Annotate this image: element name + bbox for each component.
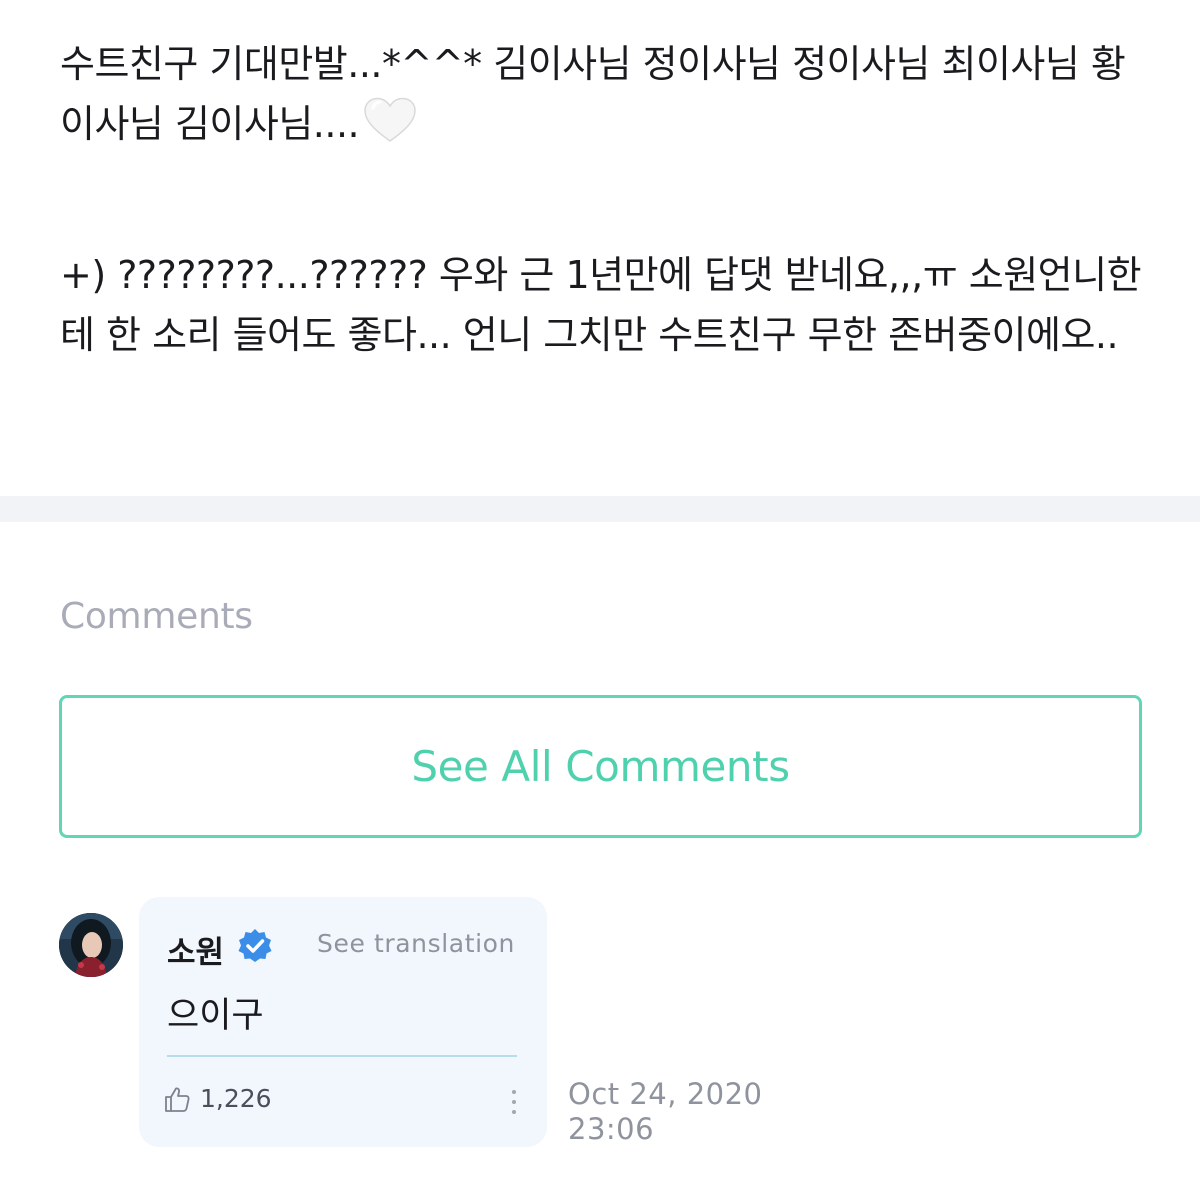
comment-timestamp: Oct 24, 2020 23:06 <box>568 1077 763 1148</box>
see-all-comments-button[interactable]: See All Comments <box>59 695 1142 838</box>
verified-badge-icon <box>238 929 272 962</box>
see-translation-link[interactable]: See translation <box>317 929 515 958</box>
avatar-image <box>59 913 123 977</box>
like-count: 1,226 <box>200 1084 272 1113</box>
more-options-icon[interactable] <box>507 1087 521 1117</box>
comment-text: 으이구 <box>167 996 264 1036</box>
comment-author-name[interactable]: 소원 <box>167 927 224 972</box>
comments-header: Comments <box>60 596 253 637</box>
post-body: 수트친구 기대만발...*^^* 김이사님 정이사님 정이사님 최이사님 황이사… <box>60 34 1150 365</box>
avatar[interactable] <box>59 913 123 977</box>
post-paragraph-addendum: +) ????????...?????? 우와 근 1년만에 답댓 받네요,,,… <box>60 253 1142 358</box>
thumbs-up-icon[interactable] <box>163 1085 191 1113</box>
white-heart-emoji-icon <box>364 97 416 142</box>
comment-divider <box>167 1055 517 1057</box>
post-paragraph-text: 수트친구 기대만발...*^^* 김이사님 정이사님 정이사님 최이사님 황이사… <box>60 42 1126 147</box>
post-paragraph: 수트친구 기대만발...*^^* 김이사님 정이사님 정이사님 최이사님 황이사… <box>60 34 1150 154</box>
comment-bubble: 소원 See translation 으이구 1,226 <box>139 897 547 1147</box>
comment-date: Oct 24, 2020 <box>568 1077 763 1111</box>
section-divider <box>0 496 1200 522</box>
comment-time: 23:06 <box>568 1112 655 1147</box>
